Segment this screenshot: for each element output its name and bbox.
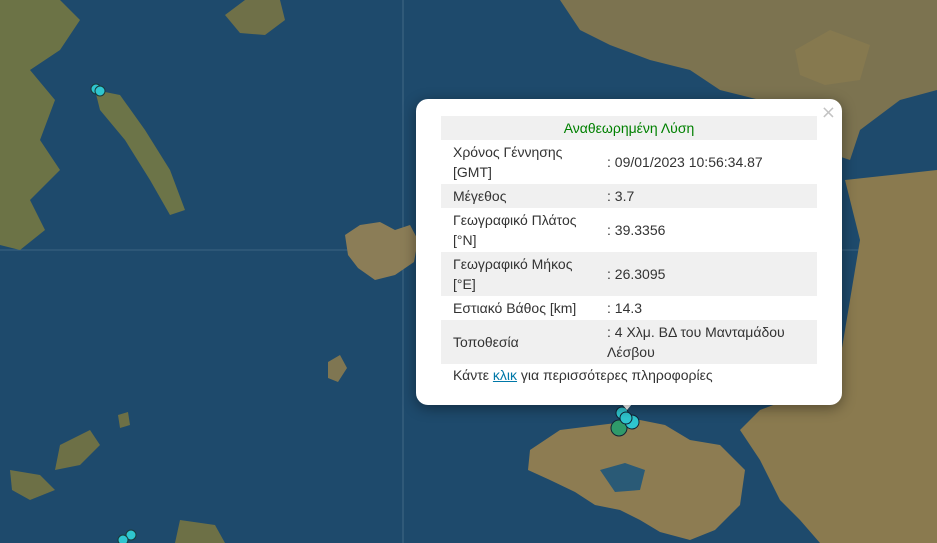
row-label: Χρόνος Γέννησης [GMT] <box>453 144 563 180</box>
table-row: Γεωγραφικό Μήκος [°E] : 26.3095 <box>441 252 817 296</box>
earthquake-marker[interactable] <box>619 411 633 425</box>
row-value: : 09/01/2023 10:56:34.87 <box>607 154 763 170</box>
row-label: Γεωγραφικό Μήκος [°E] <box>441 252 599 296</box>
earthquake-marker[interactable] <box>117 534 129 543</box>
earthquake-marker[interactable] <box>94 85 106 97</box>
table-row: Γεωγραφικό Πλάτος [°N] : 39.3356 <box>441 208 817 252</box>
earthquake-popup: × Αναθεωρημένη Λύση Χρόνος Γέννησης [GMT… <box>416 99 842 405</box>
row-value: : 14.3 <box>607 300 643 316</box>
row-value: : 3.7 <box>599 184 817 208</box>
popup-header: Αναθεωρημένη Λύση <box>441 116 817 140</box>
row-value: : 4 Χλμ. ΒΔ του Μανταμάδου Λέσβου <box>599 320 817 364</box>
more-prefix: Κάντε <box>453 367 493 383</box>
earthquake-info-table: Αναθεωρημένη Λύση Χρόνος Γέννησης [GMT] … <box>441 116 817 364</box>
row-value: : 39.3356 <box>607 222 666 238</box>
table-row: Μέγεθος : 3.7 <box>441 184 817 208</box>
more-info-link[interactable]: κλικ <box>493 367 517 383</box>
table-row: Χρόνος Γέννησης [GMT] : 09/01/2023 10:56… <box>441 140 817 184</box>
row-label: Γεωγραφικό Πλάτος [°N] <box>453 212 577 248</box>
more-info-text: Κάντε κλικ για περισσότερες πληροφορίες <box>453 367 713 383</box>
row-value: : 26.3095 <box>599 252 817 296</box>
table-row: Τοποθεσία : 4 Χλμ. ΒΔ του Μανταμάδου Λέσ… <box>441 320 817 364</box>
table-row: Εστιακό Βάθος [km] : 14.3 <box>441 296 817 320</box>
row-label: Εστιακό Βάθος [km] <box>453 300 577 316</box>
row-label: Τοποθεσία <box>441 320 599 364</box>
close-icon[interactable]: × <box>821 103 836 123</box>
row-label: Μέγεθος <box>441 184 599 208</box>
table-row: Αναθεωρημένη Λύση <box>441 116 817 140</box>
more-suffix: για περισσότερες πληροφορίες <box>517 367 713 383</box>
